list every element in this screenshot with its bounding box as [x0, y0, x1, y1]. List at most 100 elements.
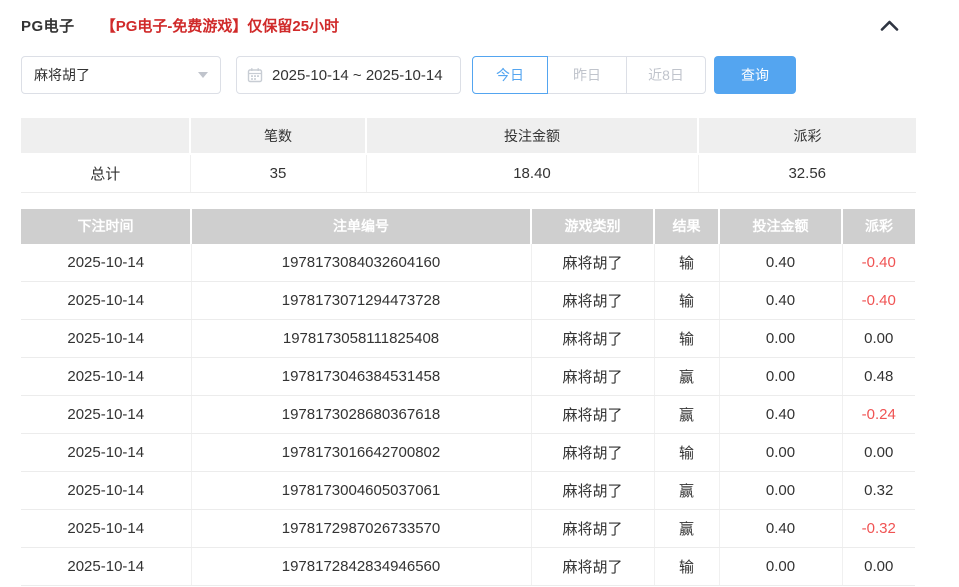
result-cell: 输: [653, 547, 719, 586]
payout-cell: 0.48: [841, 357, 915, 396]
table-row: 2025-10-14 1978173071294473728 麻将胡了输 0.40 -0…: [21, 281, 915, 320]
game-type-cell: 麻将胡了: [530, 319, 654, 358]
summary-col-header: 笔数: [189, 118, 366, 155]
result-cell: 赢: [653, 509, 719, 548]
game-type-cell: 麻将胡了: [530, 281, 654, 320]
records-col-header: 游戏类别: [530, 208, 654, 244]
order-no-cell: 1978173046384531458: [190, 357, 531, 396]
table-row: 2025-10-14 1978172842834946560 麻将胡了输 0.00 0.…: [21, 547, 915, 586]
summary-col-header: [21, 118, 190, 155]
total-label-cell: 总计: [21, 154, 190, 193]
order-no-cell: 1978173028680367618: [190, 395, 531, 434]
bet-date-cell: 2025-10-14: [21, 243, 191, 282]
retention-notice: 【PG电子-免费游戏】仅保留25小时: [100, 17, 340, 35]
today-button[interactable]: 今日: [472, 56, 548, 94]
game-select-value: 麻将胡了: [34, 67, 90, 83]
table-row: 2025-10-14 1978173028680367618 麻将胡了赢 0.40 -0…: [21, 395, 915, 434]
bet-amount-cell: 0.40: [718, 509, 842, 548]
order-no-cell: 1978173004605037061: [190, 471, 531, 510]
total-payout-cell: 32.56: [697, 154, 916, 193]
game-type-cell: 麻将胡了: [530, 433, 654, 472]
order-no-cell: 1978173084032604160: [190, 243, 531, 282]
result-cell: 输: [653, 433, 719, 472]
order-no-cell: 1978172842834946560: [190, 547, 531, 586]
table-row: 2025-10-14 1978173016642700802 麻将胡了输 0.00 0.…: [21, 433, 915, 472]
last8days-button[interactable]: 近8日: [626, 56, 706, 94]
payout-cell: 0.00: [841, 319, 915, 358]
records-header-row: 下注时间 注单编号 游戏类别 结果 投注金额 派彩: [21, 208, 915, 244]
table-row: 2025-10-14 1978173046384531458 麻将胡了赢 0.00 0.…: [21, 357, 915, 396]
payout-cell: -0.24: [841, 395, 915, 434]
bet-amount-cell: 0.00: [718, 433, 842, 472]
records-col-header: 派彩: [841, 208, 915, 244]
records-table: 下注时间 注单编号 游戏类别 结果 投注金额 派彩 2025-10-14 197817308…: [21, 208, 915, 586]
table-row: 2025-10-14 1978173004605037061 麻将胡了赢 0.00 0.…: [21, 471, 915, 510]
bet-date-cell: 2025-10-14: [21, 281, 191, 320]
filter-bar: 麻将胡了 2025-10-14 ~ 2025-10-14 今日 昨日 近8日 查…: [21, 56, 916, 94]
date-range-input[interactable]: 2025-10-14 ~ 2025-10-14: [236, 56, 461, 94]
bet-date-cell: 2025-10-14: [21, 395, 191, 434]
summary-col-header: 投注金额: [365, 118, 698, 155]
order-no-cell: 1978173016642700802: [190, 433, 531, 472]
bet-date-cell: 2025-10-14: [21, 357, 191, 396]
chevron-up-icon: [880, 19, 899, 34]
total-bet-amount-cell: 18.40: [365, 154, 698, 193]
caret-down-icon: [198, 72, 208, 78]
records-col-header: 注单编号: [190, 208, 531, 244]
date-range-value: 2025-10-14 ~ 2025-10-14: [272, 66, 443, 84]
records-col-header: 下注时间: [21, 208, 191, 244]
bet-date-cell: 2025-10-14: [21, 433, 191, 472]
bet-date-cell: 2025-10-14: [21, 471, 191, 510]
order-no-cell: 1978173058111825408: [190, 319, 531, 358]
payout-cell: -0.32: [841, 509, 915, 548]
bet-amount-cell: 0.40: [718, 395, 842, 434]
payout-cell: -0.40: [841, 281, 915, 320]
bet-amount-cell: 0.00: [718, 471, 842, 510]
game-type-cell: 麻将胡了: [530, 471, 654, 510]
records-body: 2025-10-14 1978173084032604160 麻将胡了输 0.40 -0…: [21, 243, 915, 586]
total-count-cell: 35: [189, 154, 366, 193]
game-type-cell: 麻将胡了: [530, 243, 654, 282]
order-no-cell: 1978173071294473728: [190, 281, 531, 320]
bet-date-cell: 2025-10-14: [21, 547, 191, 586]
bet-amount-cell: 0.40: [718, 281, 842, 320]
game-type-cell: 麻将胡了: [530, 509, 654, 548]
calendar-icon: [247, 67, 263, 83]
game-select[interactable]: 麻将胡了: [21, 56, 221, 94]
payout-cell: 0.00: [841, 433, 915, 472]
payout-cell: -0.40: [841, 243, 915, 282]
yesterday-button[interactable]: 昨日: [547, 56, 627, 94]
bet-date-cell: 2025-10-14: [21, 319, 191, 358]
result-cell: 赢: [653, 395, 719, 434]
payout-cell: 0.00: [841, 547, 915, 586]
summary-col-header: 派彩: [697, 118, 916, 155]
bet-amount-cell: 0.00: [718, 319, 842, 358]
panel-header: PG电子 【PG电子-免费游戏】仅保留25小时: [21, 13, 915, 37]
bet-amount-cell: 0.00: [718, 547, 842, 586]
game-type-cell: 麻将胡了: [530, 395, 654, 434]
game-type-cell: 麻将胡了: [530, 547, 654, 586]
collapse-panel-button[interactable]: [878, 18, 901, 33]
result-cell: 输: [653, 319, 719, 358]
table-row: 2025-10-14 1978172987026733570 麻将胡了赢 0.40 -0…: [21, 509, 915, 548]
quick-range-group: 今日 昨日 近8日: [472, 56, 706, 94]
table-row: 2025-10-14 1978173084032604160 麻将胡了输 0.40 -0…: [21, 243, 915, 282]
summary-header-row: 笔数 投注金额 派彩: [21, 118, 916, 155]
bet-amount-cell: 0.40: [718, 243, 842, 282]
search-button[interactable]: 查询: [714, 56, 796, 94]
summary-total-row: 总计 35 18.40 32.56: [21, 154, 916, 193]
game-type-cell: 麻将胡了: [530, 357, 654, 396]
table-row: 2025-10-14 1978173058111825408 麻将胡了输 0.00 0.…: [21, 319, 915, 358]
bet-date-cell: 2025-10-14: [21, 509, 191, 548]
result-cell: 赢: [653, 357, 719, 396]
bet-amount-cell: 0.00: [718, 357, 842, 396]
records-col-header: 投注金额: [718, 208, 842, 244]
pg-records-panel: PG电子 【PG电子-免费游戏】仅保留25小时 麻将胡了 2025-10-14 …: [0, 0, 937, 586]
records-col-header: 结果: [653, 208, 719, 244]
summary-table: 笔数 投注金额 派彩 总计 35 18.40 32.56: [21, 118, 916, 193]
order-no-cell: 1978172987026733570: [190, 509, 531, 548]
payout-cell: 0.32: [841, 471, 915, 510]
result-cell: 输: [653, 281, 719, 320]
page-title: PG电子: [21, 17, 75, 35]
result-cell: 赢: [653, 471, 719, 510]
